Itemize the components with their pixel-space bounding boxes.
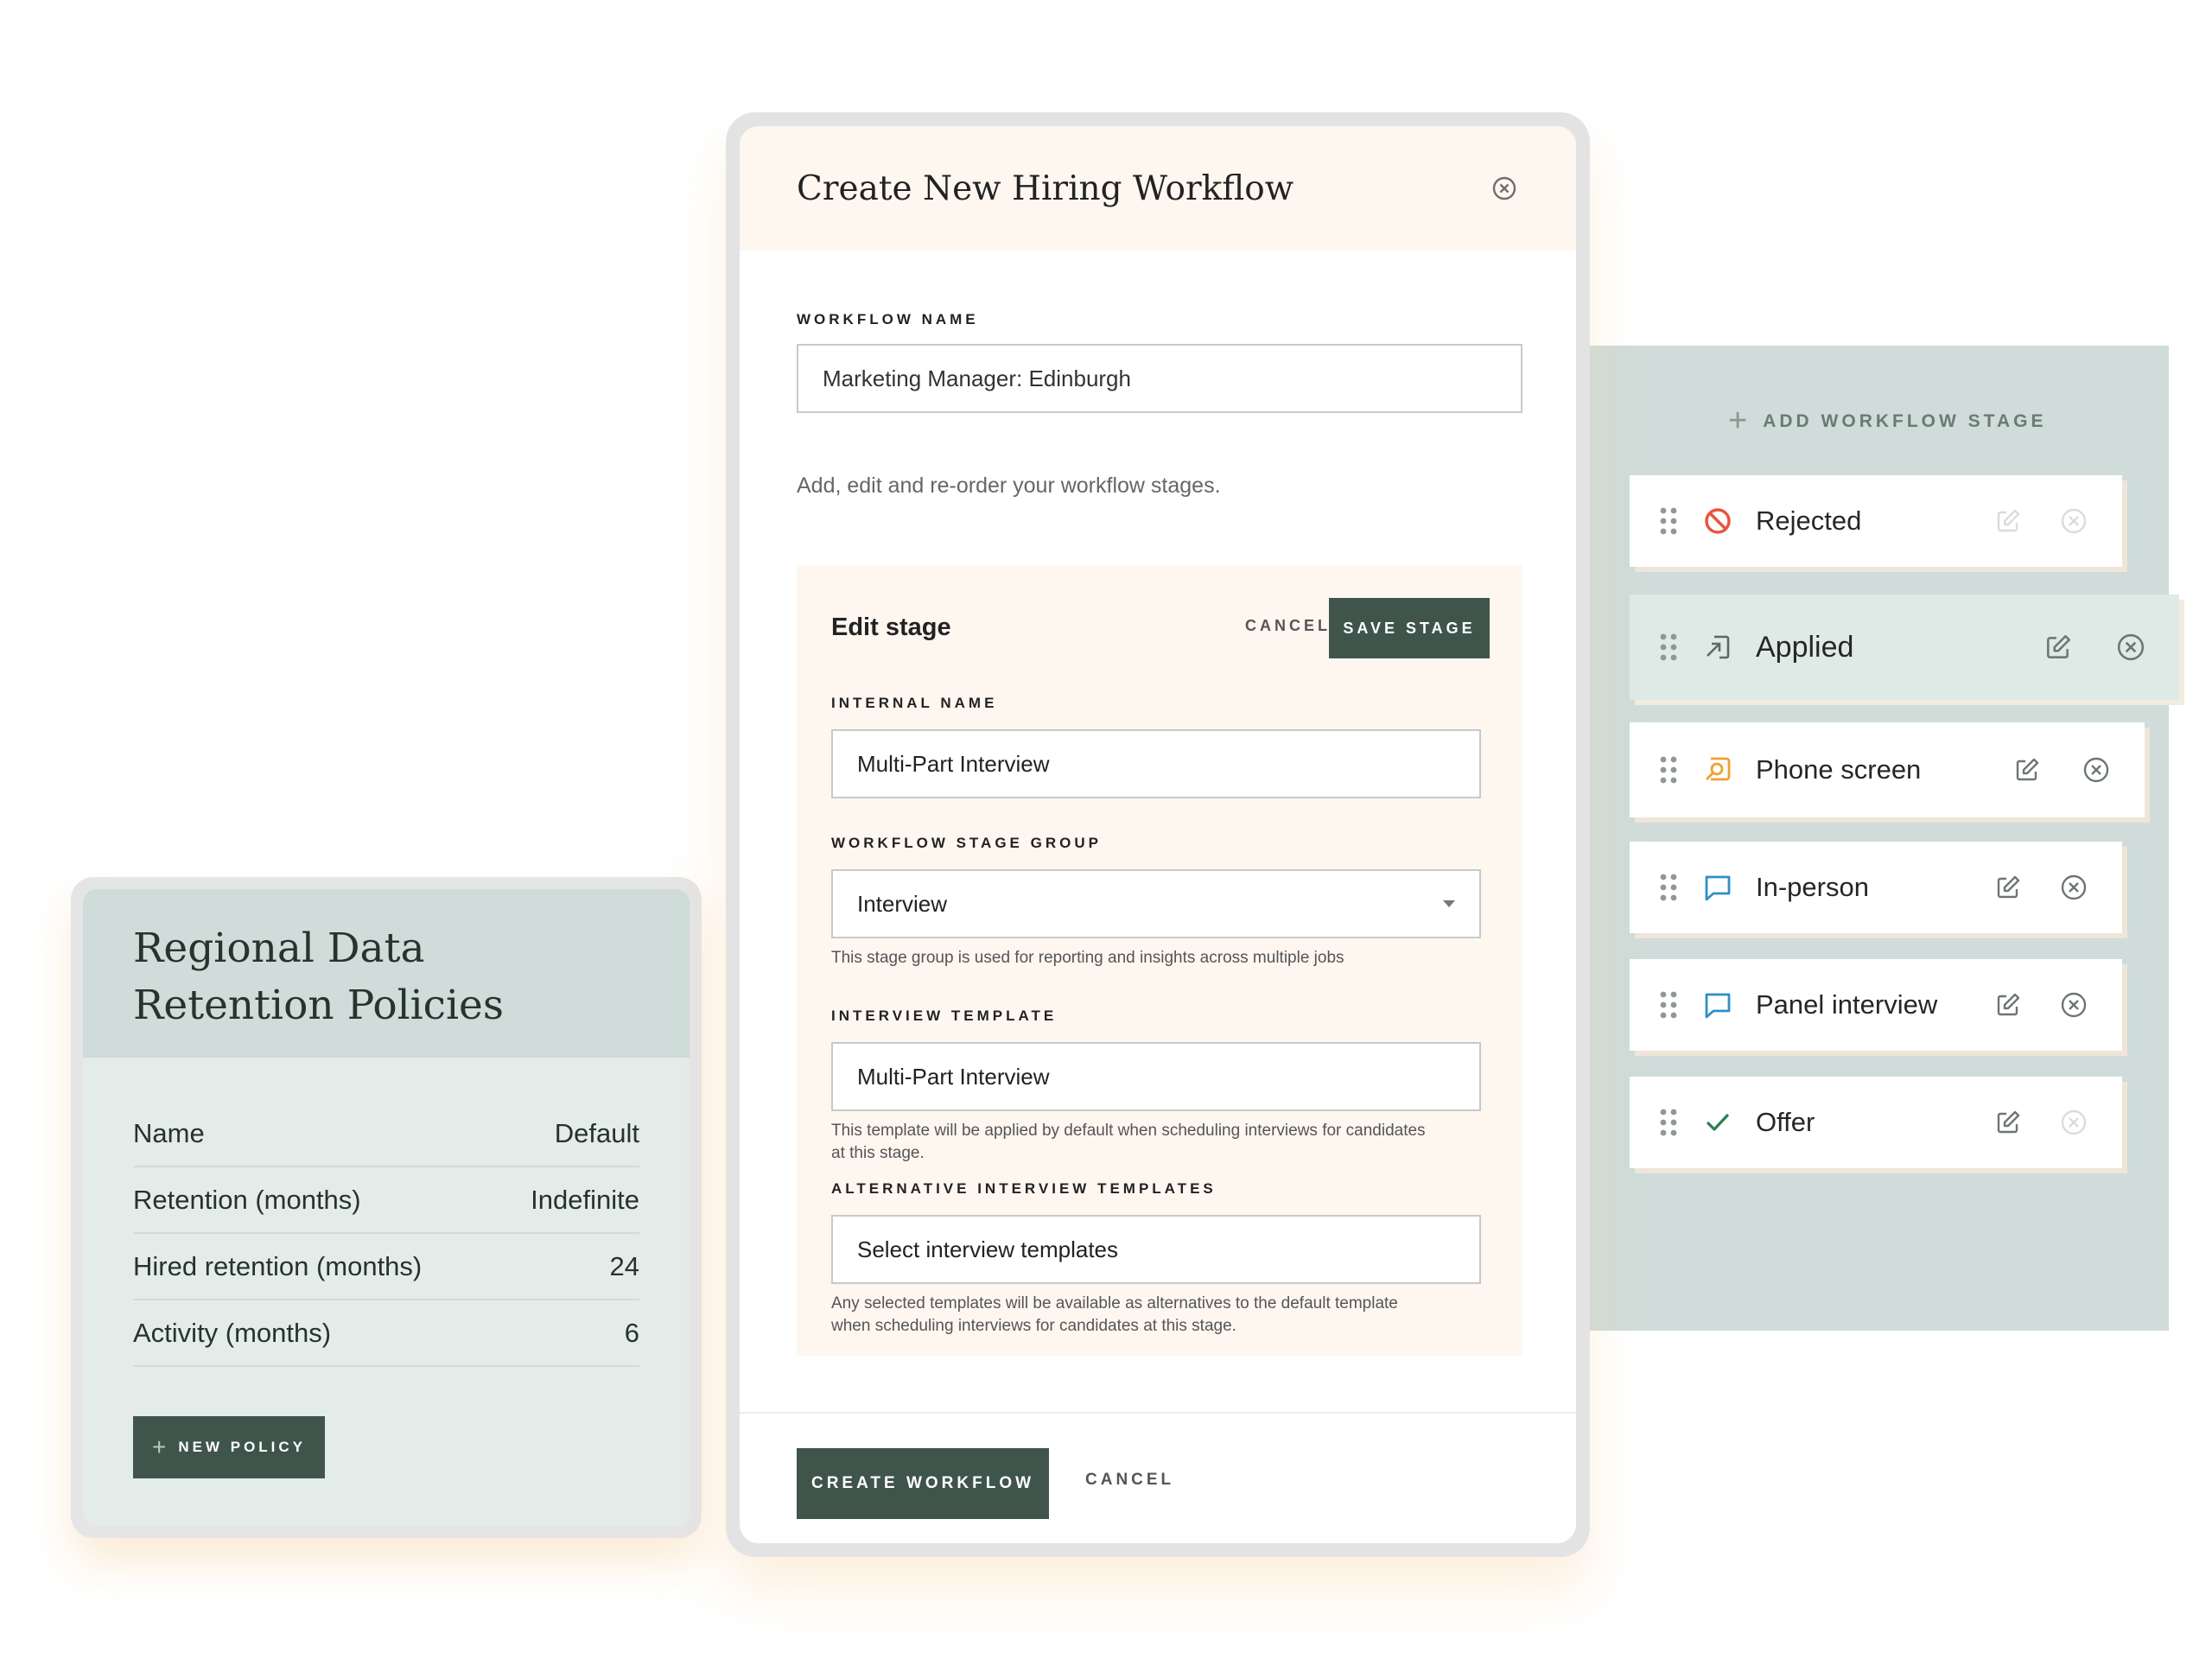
policy-row-label: Name	[133, 1117, 205, 1148]
phone-screen-icon	[1700, 753, 1735, 787]
modal-header: Create New Hiring Workflow	[740, 126, 1576, 251]
stage-group-help: This stage group is used for reporting a…	[831, 949, 1344, 967]
stage-card-in-person[interactable]: In-person	[1630, 842, 2122, 933]
close-icon[interactable]	[1490, 174, 1519, 203]
remove-icon[interactable]	[2079, 753, 2113, 787]
retention-policy-card: Regional Data Retention Policies Name De…	[71, 877, 702, 1538]
policy-row-value: 24	[609, 1250, 639, 1281]
alternative-templates-help: Any selected templates will be available…	[831, 1294, 1398, 1335]
edit-icon[interactable]	[1991, 504, 2025, 538]
remove-icon[interactable]	[2056, 1105, 2091, 1140]
drag-handle-icon[interactable]	[1659, 632, 1678, 662]
chevron-down-icon	[1443, 900, 1455, 907]
policy-row-label: Activity (months)	[133, 1317, 332, 1348]
interview-template-label: INTERVIEW TEMPLATE	[831, 1007, 1058, 1024]
prohibited-icon	[1700, 504, 1735, 538]
helper-text: Add, edit and re-order your workflow sta…	[797, 474, 1221, 498]
stage-name: Applied	[1756, 630, 1854, 664]
new-policy-button[interactable]: + NEW POLICY	[133, 1416, 325, 1478]
alternative-templates-placeholder: Select interview templates	[857, 1236, 1119, 1262]
policy-row-label: Retention (months)	[133, 1184, 361, 1215]
edit-icon[interactable]	[2010, 753, 2044, 787]
policy-row-retention: Retention (months) Indefinite	[133, 1167, 639, 1234]
drag-handle-icon[interactable]	[1659, 755, 1678, 785]
internal-name-value: Multi-Part Interview	[857, 750, 1050, 777]
policy-title-line-1: Regional Data	[133, 925, 425, 972]
workflow-stage-group-label: WORKFLOW STAGE GROUP	[831, 835, 1102, 851]
edit-icon[interactable]	[1991, 870, 2025, 905]
internal-name-label: INTERNAL NAME	[831, 695, 998, 711]
create-workflow-button[interactable]: CREATE WORKFLOW	[797, 1448, 1049, 1519]
edit-icon[interactable]	[1991, 1105, 2025, 1140]
cancel-button[interactable]: CANCEL	[1085, 1471, 1174, 1490]
remove-icon[interactable]	[2056, 988, 2091, 1022]
plus-icon: +	[151, 1433, 167, 1460]
edit-stage-panel: Edit stage CANCEL SAVE STAGE INTERNAL NA…	[797, 565, 1522, 1356]
interview-template-help: This template will be applied by default…	[831, 1122, 1426, 1162]
policy-title: Regional Data Retention Policies	[133, 920, 639, 1034]
edit-stage-title: Edit stage	[831, 613, 951, 641]
workflow-stage-group-value: Interview	[857, 890, 948, 917]
stage-card-offer[interactable]: Offer	[1630, 1077, 2122, 1168]
policy-row-value: 6	[624, 1317, 639, 1348]
drag-handle-icon[interactable]	[1659, 873, 1678, 902]
retention-policy-panel: Regional Data Retention Policies Name De…	[83, 889, 690, 1526]
drag-handle-icon[interactable]	[1659, 990, 1678, 1020]
add-workflow-stage-label: ADD WORKFLOW STAGE	[1763, 410, 2047, 431]
stage-card-panel-interview[interactable]: Panel interview	[1630, 959, 2122, 1051]
chat-bubble-icon	[1700, 870, 1735, 905]
edit-icon[interactable]	[1991, 988, 2025, 1022]
policy-row-value: Default	[554, 1117, 639, 1148]
policy-title-line-2: Retention Policies	[133, 982, 504, 1029]
workflow-name-label: WORKFLOW NAME	[797, 311, 979, 327]
drag-handle-icon[interactable]	[1659, 1108, 1678, 1137]
policy-row-name: Name Default	[133, 1101, 639, 1167]
remove-icon[interactable]	[2056, 870, 2091, 905]
arrow-in-icon	[1700, 630, 1735, 664]
workflow-stage-group-select[interactable]: Interview	[831, 869, 1481, 938]
alternative-templates-select[interactable]: Select interview templates	[831, 1215, 1481, 1284]
checkmark-icon	[1700, 1105, 1735, 1140]
interview-template-value: Multi-Part Interview	[857, 1063, 1050, 1090]
chat-bubble-icon	[1700, 988, 1735, 1022]
policy-rows: Name Default Retention (months) Indefini…	[83, 1058, 690, 1367]
policy-row-hired-retention: Hired retention (months) 24	[133, 1234, 639, 1300]
stage-name: Phone screen	[1756, 754, 1922, 785]
policy-row-activity: Activity (months) 6	[133, 1300, 639, 1367]
policy-row-value: Indefinite	[531, 1184, 639, 1215]
create-workflow-modal-frame: Create New Hiring Workflow WORKFLOW NAME…	[726, 112, 1590, 1557]
alternative-templates-label: ALTERNATIVE INTERVIEW TEMPLATES	[831, 1180, 1217, 1197]
policy-header: Regional Data Retention Policies	[83, 889, 690, 1058]
remove-icon[interactable]	[2113, 630, 2148, 664]
stage-name: Panel interview	[1756, 989, 1938, 1020]
cancel-stage-button[interactable]: CANCEL	[1245, 617, 1331, 635]
modal-title: Create New Hiring Workflow	[797, 168, 1294, 208]
stage-card-applied[interactable]: Applied	[1630, 594, 2179, 700]
stage-name: Offer	[1756, 1107, 1815, 1137]
add-workflow-stage-button[interactable]: + ADD WORKFLOW STAGE	[1728, 403, 2046, 440]
edit-icon[interactable]	[2041, 630, 2075, 664]
policy-row-label: Hired retention (months)	[133, 1250, 423, 1281]
remove-icon[interactable]	[2056, 504, 2091, 538]
save-stage-button[interactable]: SAVE STAGE	[1329, 598, 1490, 658]
stage-card-rejected[interactable]: Rejected	[1630, 475, 2122, 567]
stage-name: In-person	[1756, 872, 1869, 902]
plus-icon: +	[1728, 403, 1748, 439]
drag-handle-icon[interactable]	[1659, 506, 1678, 536]
internal-name-input[interactable]: Multi-Part Interview	[831, 729, 1481, 798]
stage-card-phone-screen[interactable]: Phone screen	[1630, 722, 2145, 817]
create-workflow-modal: Create New Hiring Workflow WORKFLOW NAME…	[740, 126, 1576, 1543]
interview-template-input[interactable]: Multi-Part Interview	[831, 1042, 1481, 1111]
new-policy-label: NEW POLICY	[178, 1439, 307, 1455]
workflow-name-input[interactable]	[797, 344, 1522, 413]
stage-name: Rejected	[1756, 505, 1862, 536]
modal-footer: CREATE WORKFLOW CANCEL	[740, 1412, 1576, 1543]
